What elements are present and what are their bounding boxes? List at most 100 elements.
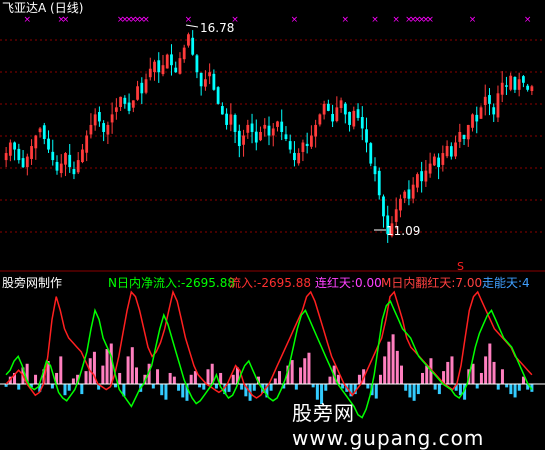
candle-down bbox=[212, 73, 216, 90]
indicator-bar-negative bbox=[408, 384, 412, 398]
indicator-bar-positive bbox=[500, 369, 504, 384]
candle-down bbox=[233, 114, 237, 132]
candle-down bbox=[42, 125, 46, 139]
candle-up bbox=[4, 153, 8, 161]
candle-down bbox=[513, 76, 517, 90]
candle-up bbox=[208, 72, 212, 77]
candle-up bbox=[509, 75, 513, 90]
indicator-bar-negative bbox=[80, 384, 84, 395]
candle-up bbox=[479, 107, 483, 119]
candle-down bbox=[475, 114, 479, 122]
candle-up bbox=[530, 86, 534, 92]
candle-up bbox=[322, 103, 326, 115]
cross-marker: × bbox=[469, 15, 477, 25]
candle-down bbox=[377, 170, 381, 196]
candle-up bbox=[119, 96, 122, 107]
candle-down bbox=[369, 143, 373, 164]
indicator-bar-positive bbox=[471, 363, 475, 384]
indicator-bar-negative bbox=[252, 384, 256, 391]
candle-down bbox=[191, 37, 195, 55]
indicator-bar-positive bbox=[450, 356, 454, 384]
high-annotation-arrow bbox=[185, 24, 199, 28]
indicator-bar-positive bbox=[135, 367, 138, 384]
stock-chart-canvas[interactable]: ×××××××××××××××××××××××××× 16.78 11.09 S bbox=[0, 0, 545, 446]
candle-down bbox=[373, 166, 377, 175]
candle-up bbox=[271, 128, 275, 136]
indicator-bar-positive bbox=[290, 360, 294, 384]
indicator-bar-negative bbox=[404, 384, 408, 391]
indicator-bar-positive bbox=[130, 347, 134, 384]
stock-title: 飞亚达A (日线) bbox=[2, 1, 84, 15]
candle-down bbox=[237, 130, 241, 147]
candle-down bbox=[526, 85, 530, 90]
candle-up bbox=[34, 135, 38, 149]
candle-down bbox=[293, 152, 296, 161]
candle-down bbox=[98, 112, 101, 122]
candle-down bbox=[170, 54, 173, 66]
candle-down bbox=[365, 129, 368, 143]
indicator-bar-positive bbox=[303, 358, 307, 384]
candle-down bbox=[72, 168, 76, 175]
indicator-bar-positive bbox=[307, 352, 311, 384]
candle-up bbox=[38, 128, 42, 133]
cross-marker: × bbox=[392, 15, 400, 25]
low-annotation-label: 11.09 bbox=[386, 224, 420, 238]
indicator-bar-negative bbox=[294, 384, 298, 390]
indicator-bar-positive bbox=[84, 371, 88, 384]
indicator-bar-negative bbox=[202, 384, 206, 390]
candle-up bbox=[89, 124, 93, 135]
candle-up bbox=[30, 146, 33, 159]
candle-up bbox=[148, 68, 152, 78]
candle-up bbox=[458, 131, 462, 142]
candle-down bbox=[199, 72, 203, 87]
readout-inflow: 流入:-2695.88 bbox=[229, 276, 311, 290]
candle-up bbox=[161, 65, 165, 75]
indicator-bar-negative bbox=[496, 384, 500, 390]
indicator-bar-positive bbox=[273, 378, 277, 384]
candle-up bbox=[496, 93, 500, 118]
indicator-bar-negative bbox=[63, 384, 67, 396]
candle-up bbox=[178, 58, 182, 74]
indicator-bar-positive bbox=[387, 341, 391, 384]
cross-marker: × bbox=[185, 15, 193, 25]
indicator-bar-positive bbox=[193, 371, 197, 384]
candle-up bbox=[500, 82, 504, 95]
candle-down bbox=[522, 76, 525, 83]
indicator-bar-negative bbox=[341, 384, 345, 389]
candle-down bbox=[267, 125, 271, 136]
indicator-bar-negative bbox=[181, 384, 185, 398]
candle-down bbox=[382, 196, 385, 217]
candle-up bbox=[136, 86, 139, 100]
indicator-bar-positive bbox=[484, 356, 488, 384]
candle-up bbox=[339, 100, 343, 109]
candle-up bbox=[110, 114, 114, 123]
indicator-bar-negative bbox=[151, 384, 155, 389]
candle-up bbox=[424, 170, 428, 182]
cross-marker: × bbox=[342, 15, 350, 25]
candle-up bbox=[229, 114, 233, 125]
indicator-bar-positive bbox=[488, 343, 492, 384]
readout-flip-red: M日内翻红天:7.00 bbox=[381, 276, 483, 290]
candle-down bbox=[492, 107, 496, 115]
candle-down bbox=[17, 148, 21, 161]
candle-down bbox=[462, 134, 466, 139]
indicator-bar-negative bbox=[50, 384, 54, 389]
indicator-bar-positive bbox=[425, 365, 429, 384]
indicator-bar-positive bbox=[400, 365, 403, 384]
indicator-bar-negative bbox=[227, 384, 231, 392]
readout-walk-days: 走能天:4 bbox=[482, 276, 530, 290]
indicator-bar-positive bbox=[395, 350, 399, 384]
candle-down bbox=[13, 142, 16, 150]
candle-up bbox=[301, 142, 305, 152]
indicator-bar-negative bbox=[437, 384, 441, 395]
indicator-bar-positive bbox=[479, 372, 483, 384]
candle-up bbox=[81, 149, 84, 163]
candle-down bbox=[225, 113, 228, 125]
readout-consecutive-red: 连红天:0.00 bbox=[315, 276, 382, 290]
candle-down bbox=[195, 55, 199, 73]
candlestick-series[interactable] bbox=[4, 30, 534, 243]
candle-down bbox=[55, 161, 59, 171]
indicator-bar-negative bbox=[113, 384, 117, 388]
high-annotation-label: 16.78 bbox=[200, 21, 234, 35]
candle-up bbox=[263, 124, 267, 129]
